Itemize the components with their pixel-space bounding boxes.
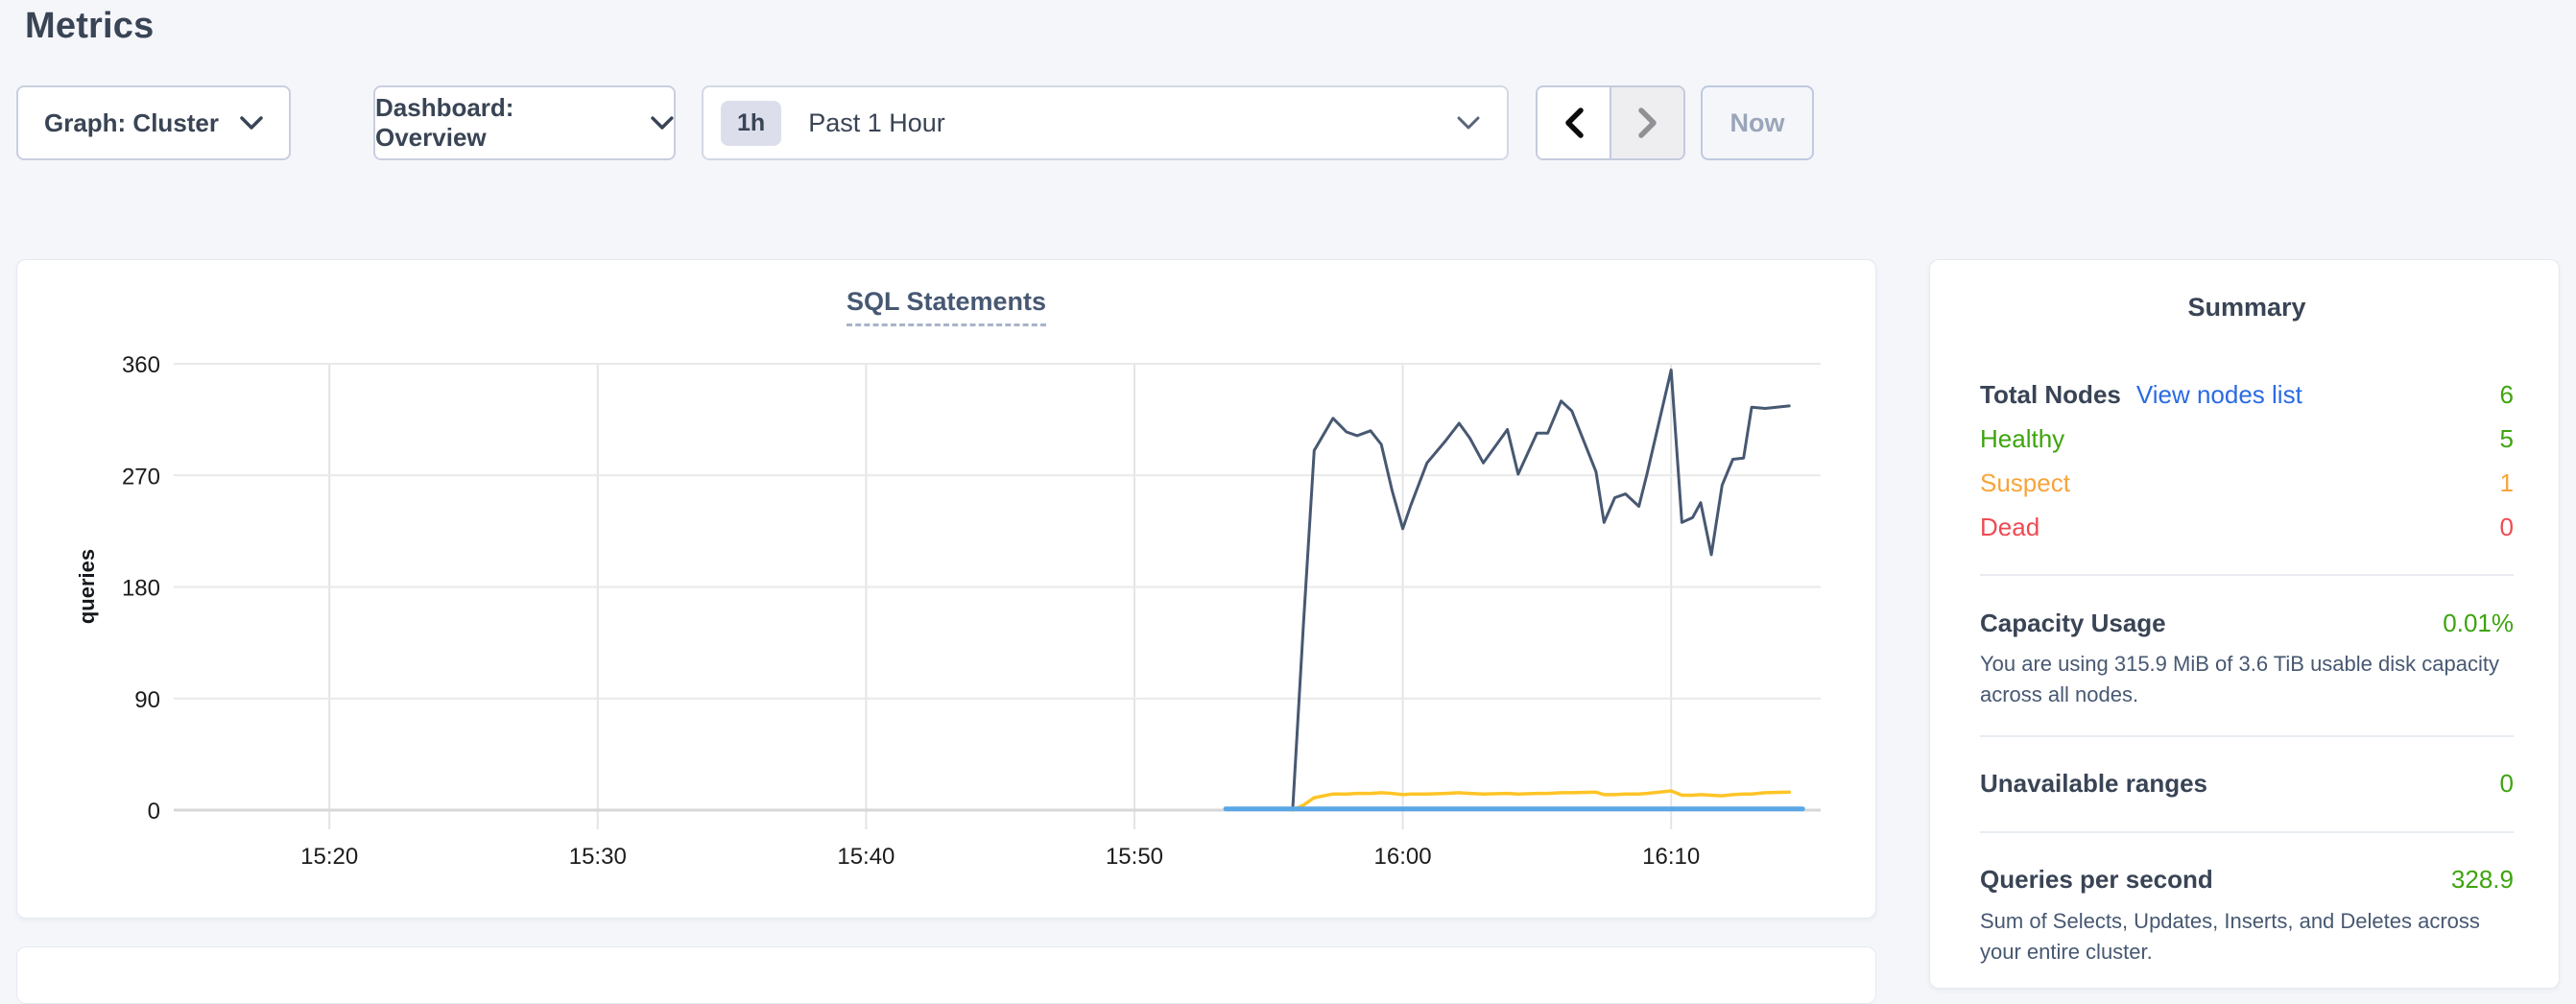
svg-text:16:10: 16:10 xyxy=(1642,844,1700,870)
chevron-left-icon xyxy=(1562,107,1586,139)
dead-label: Dead xyxy=(1980,513,2039,542)
sql-statements-chart-card: SQL Statements queries 15:2015:3015:4015… xyxy=(16,259,1876,919)
page-title: Metrics xyxy=(25,6,154,47)
suspect-value: 1 xyxy=(2500,468,2514,498)
svg-text:15:40: 15:40 xyxy=(837,844,894,870)
chevron-down-icon xyxy=(240,116,263,131)
svg-text:360: 360 xyxy=(122,352,160,378)
previous-window-button[interactable] xyxy=(1538,87,1610,158)
svg-text:15:20: 15:20 xyxy=(300,844,358,870)
view-nodes-list-link[interactable]: View nodes list xyxy=(2136,380,2302,410)
svg-text:90: 90 xyxy=(134,687,160,713)
time-window-badge: 1h xyxy=(721,101,781,146)
metrics-controls: Graph: Cluster Dashboard: Overview 1h Pa… xyxy=(16,85,1814,160)
svg-text:180: 180 xyxy=(122,576,160,602)
chevron-down-icon xyxy=(1457,116,1480,131)
graph-scope-label: Graph: Cluster xyxy=(44,108,219,138)
time-window-label: Past 1 Hour xyxy=(808,108,945,138)
queries-per-second-label: Queries per second xyxy=(1980,865,2213,895)
next-chart-card xyxy=(16,946,1876,1004)
chevron-right-icon xyxy=(1636,107,1659,139)
dashboard-label: Dashboard: Overview xyxy=(375,93,630,153)
capacity-usage-description: You are using 315.9 MiB of 3.6 TiB usabl… xyxy=(1980,649,2503,710)
svg-text:15:50: 15:50 xyxy=(1106,844,1163,870)
total-nodes-label: Total Nodes xyxy=(1980,380,2121,410)
suspect-nodes-row: Suspect 1 xyxy=(1980,461,2514,505)
divider xyxy=(1980,574,2514,576)
chevron-down-icon xyxy=(651,116,674,131)
time-window-selector[interactable]: 1h Past 1 Hour xyxy=(702,85,1509,160)
next-window-button-disabled[interactable] xyxy=(1610,87,1683,158)
graph-scope-dropdown[interactable]: Graph: Cluster xyxy=(16,85,291,160)
summary-panel: Summary Total Nodes View nodes list 6 He… xyxy=(1929,259,2560,989)
metrics-page: { "page": { "title": "Metrics" }, "contr… xyxy=(0,0,2576,950)
now-button[interactable]: Now xyxy=(1701,85,1814,160)
healthy-nodes-row: Healthy 5 xyxy=(1980,417,2514,461)
divider xyxy=(1980,735,2514,737)
capacity-usage-label: Capacity Usage xyxy=(1980,609,2166,638)
svg-text:0: 0 xyxy=(148,799,160,825)
dead-value: 0 xyxy=(2500,513,2514,542)
svg-text:15:30: 15:30 xyxy=(569,844,627,870)
queries-per-second-description: Sum of Selects, Updates, Inserts, and De… xyxy=(1980,906,2503,968)
divider xyxy=(1980,831,2514,833)
queries-per-second-value: 328.9 xyxy=(2451,865,2514,895)
time-window-pager xyxy=(1536,85,1685,160)
sql-statements-plot[interactable]: 15:20 15:30 15:40 15:50 16:00 16:10 0 90 180 270 3… xyxy=(17,260,1877,920)
capacity-usage-row: Capacity Usage 0.01% xyxy=(1980,601,2514,645)
capacity-usage-value: 0.01% xyxy=(2443,609,2514,638)
suspect-label: Suspect xyxy=(1980,468,2070,498)
dead-nodes-row: Dead 0 xyxy=(1980,505,2514,549)
healthy-value: 5 xyxy=(2500,424,2514,454)
svg-text:16:00: 16:00 xyxy=(1374,844,1432,870)
unavailable-ranges-row: Unavailable ranges 0 xyxy=(1980,762,2514,806)
svg-text:270: 270 xyxy=(122,464,160,490)
total-nodes-value: 6 xyxy=(2500,380,2514,410)
unavailable-ranges-label: Unavailable ranges xyxy=(1980,769,2207,799)
healthy-label: Healthy xyxy=(1980,424,2064,454)
dashboard-dropdown[interactable]: Dashboard: Overview xyxy=(373,85,676,160)
summary-title: Summary xyxy=(1980,293,2514,323)
unavailable-ranges-value: 0 xyxy=(2500,769,2514,799)
total-nodes-row: Total Nodes View nodes list 6 xyxy=(1980,372,2514,417)
queries-per-second-row: Queries per second 328.9 xyxy=(1980,858,2514,902)
